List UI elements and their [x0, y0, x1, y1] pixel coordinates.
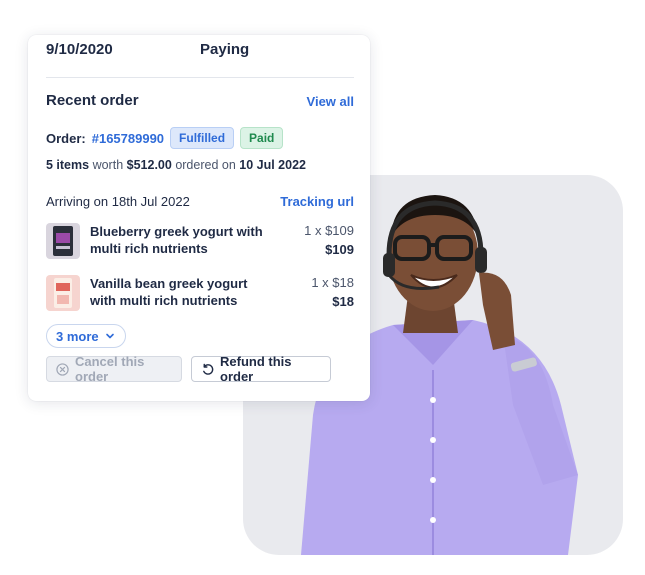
- tracking-url-link[interactable]: Tracking url: [280, 194, 354, 209]
- card-header-row: 9/10/2020 Paying: [46, 41, 352, 65]
- yogurt-pack-icon: [46, 223, 80, 259]
- worth-text: worth: [92, 158, 124, 172]
- product-thumbnail: [46, 223, 80, 259]
- order-date: 9/10/2020: [46, 41, 113, 58]
- order-id-row: Order: #165789990 Fulfilled Paid: [46, 127, 289, 149]
- yogurt-pack-icon: [46, 275, 80, 311]
- product-name: Blueberry greek yogurt with multi rich n…: [90, 224, 263, 256]
- order-total: $512.00: [126, 158, 172, 172]
- product-name: Vanilla bean greek yogurt with multi ric…: [90, 276, 248, 308]
- order-id-link[interactable]: #165789990: [92, 131, 164, 146]
- payment-status: Paying: [200, 41, 250, 58]
- product-quantity: 1 x $18: [311, 275, 354, 290]
- arrival-text: Arriving on 18th Jul 2022: [46, 194, 190, 209]
- cancel-order-button[interactable]: Cancel this order: [46, 354, 182, 384]
- refund-icon: [203, 363, 214, 375]
- product-price: $18: [332, 294, 354, 309]
- show-more-label: 3 more: [56, 328, 99, 344]
- list-item[interactable]: Blueberry greek yogurt with multi rich n…: [46, 221, 354, 263]
- order-summary: 5 items worth $512.00 ordered on 10 Jul …: [46, 158, 306, 172]
- fulfilled-badge: Fulfilled: [170, 127, 235, 149]
- cancel-circle-icon: [56, 362, 69, 376]
- show-more-button[interactable]: 3 more: [46, 324, 126, 348]
- ordered-date: 10 Jul 2022: [239, 158, 306, 172]
- product-thumbnail: [46, 275, 80, 311]
- paid-badge: Paid: [240, 127, 284, 149]
- divider: [46, 77, 354, 78]
- view-all-link[interactable]: View all: [307, 94, 354, 109]
- refund-order-label: Refund this order: [220, 354, 292, 384]
- ordered-on-text: ordered on: [175, 158, 236, 172]
- product-price: $109: [325, 242, 354, 257]
- cancel-order-label: Cancel this order: [75, 354, 145, 384]
- refund-order-button[interactable]: Refund this order: [191, 354, 331, 384]
- chevron-down-icon: [105, 333, 114, 339]
- list-item[interactable]: Vanilla bean greek yogurt with multi ric…: [46, 273, 354, 315]
- order-label: Order:: [46, 130, 86, 146]
- page: 9/10/2020 Paying Recent order View all O…: [0, 0, 645, 575]
- product-quantity: 1 x $109: [304, 223, 354, 238]
- item-count: 5 items: [46, 158, 90, 172]
- recent-order-title: Recent order: [46, 92, 139, 109]
- order-card: 9/10/2020 Paying Recent order View all O…: [28, 35, 370, 401]
